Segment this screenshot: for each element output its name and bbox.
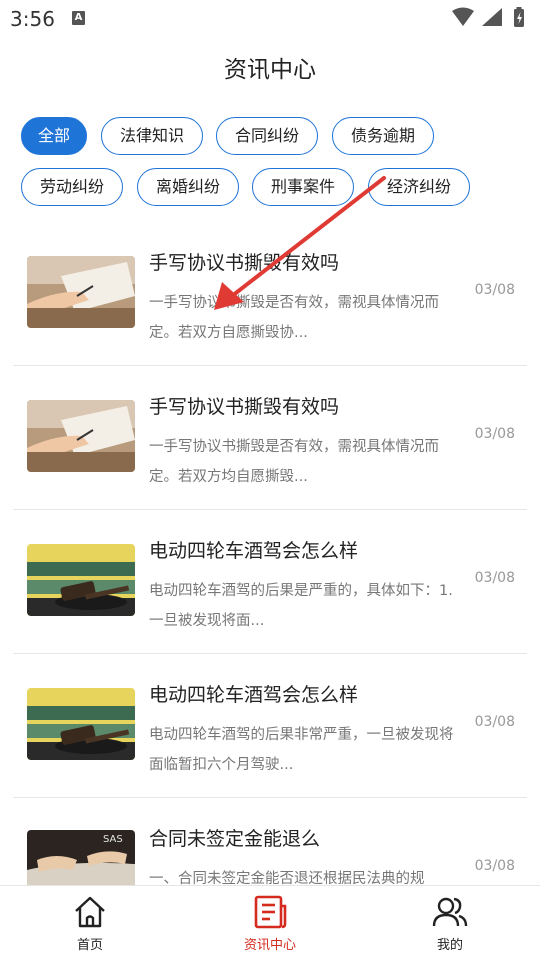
signal-icon (482, 8, 502, 26)
article-date: 03/08 (474, 714, 515, 730)
article-item[interactable]: 手写协议书撕毁有效吗 一手写协议书撕毁是否有效，需视具体情况而定。若双方均自愿撕… (13, 366, 527, 510)
tab-profile-label: 我的 (436, 938, 463, 953)
profile-icon (432, 897, 468, 927)
category-chip-economic-dispute[interactable]: 经济纠纷 (368, 168, 470, 206)
article-summary: 一手写协议书撕毁是否有效，需视具体情况而定。若双方均自愿撕毁... (149, 439, 439, 485)
article-title: 合同未签定金能退么 (149, 828, 321, 850)
article-title: 手写协议书撕毁有效吗 (149, 252, 340, 274)
article-item[interactable]: 电动四轮车酒驾会怎么样 电动四轮车酒驾的后果是严重的，具体如下：1. 一旦被发现… (13, 510, 527, 654)
status-icons (452, 7, 524, 27)
article-date: 03/08 (474, 426, 515, 442)
article-summary: 一手写协议书撕毁是否有效，需视具体情况而定。若双方自愿撕毁协... (149, 295, 439, 341)
article-summary: 电动四轮车酒驾的后果非常严重，一旦被发现将面临暂扣六个月驾驶... (149, 727, 454, 773)
wifi-icon (452, 7, 474, 26)
article-thumbnail (27, 688, 135, 760)
article-thumbnail (27, 544, 135, 616)
category-chip-debt-overdue[interactable]: 债务逾期 (332, 117, 434, 155)
article-title: 电动四轮车酒驾会怎么样 (149, 540, 359, 562)
article-date: 03/08 (474, 570, 515, 586)
tab-news-center[interactable]: 资讯中心 (210, 886, 330, 961)
article-item[interactable]: 手写协议书撕毁有效吗 一手写协议书撕毁是否有效，需视具体情况而定。若双方自愿撕毁… (13, 222, 527, 366)
category-chip-contract-dispute[interactable]: 合同纠纷 (216, 117, 318, 155)
status-bar: 3:56 A (0, 0, 540, 38)
status-time: 3:56 (10, 7, 55, 31)
notification-a-icon: A (72, 11, 85, 25)
tab-home-label: 首页 (76, 938, 103, 953)
news-icon (254, 895, 287, 929)
article-date: 03/08 (474, 858, 515, 874)
category-chip-all[interactable]: 全部 (21, 117, 87, 155)
svg-text:SAS: SAS (103, 834, 123, 845)
article-date: 03/08 (474, 282, 515, 298)
article-summary: 电动四轮车酒驾的后果是严重的，具体如下：1. 一旦被发现将面... (149, 583, 453, 629)
category-chip-criminal-case[interactable]: 刑事案件 (252, 168, 354, 206)
article-title: 手写协议书撕毁有效吗 (149, 396, 340, 418)
home-icon (75, 896, 105, 928)
article-thumbnail (27, 256, 135, 328)
article-title: 电动四轮车酒驾会怎么样 (149, 684, 359, 706)
category-chip-divorce-dispute[interactable]: 离婚纠纷 (137, 168, 239, 206)
bottom-tab-bar: 首页 资讯中心 我的 (0, 885, 540, 961)
article-thumbnail (27, 400, 135, 472)
tab-profile[interactable]: 我的 (390, 886, 510, 961)
article-item[interactable]: 电动四轮车酒驾会怎么样 电动四轮车酒驾的后果非常严重，一旦被发现将面临暂扣六个月… (13, 654, 527, 798)
page-title: 资讯中心 (224, 57, 316, 83)
category-chip-labor-dispute[interactable]: 劳动纠纷 (21, 168, 123, 206)
category-chip-legal-knowledge[interactable]: 法律知识 (101, 117, 203, 155)
tab-home[interactable]: 首页 (30, 886, 150, 961)
tab-news-center-label: 资讯中心 (243, 938, 296, 953)
